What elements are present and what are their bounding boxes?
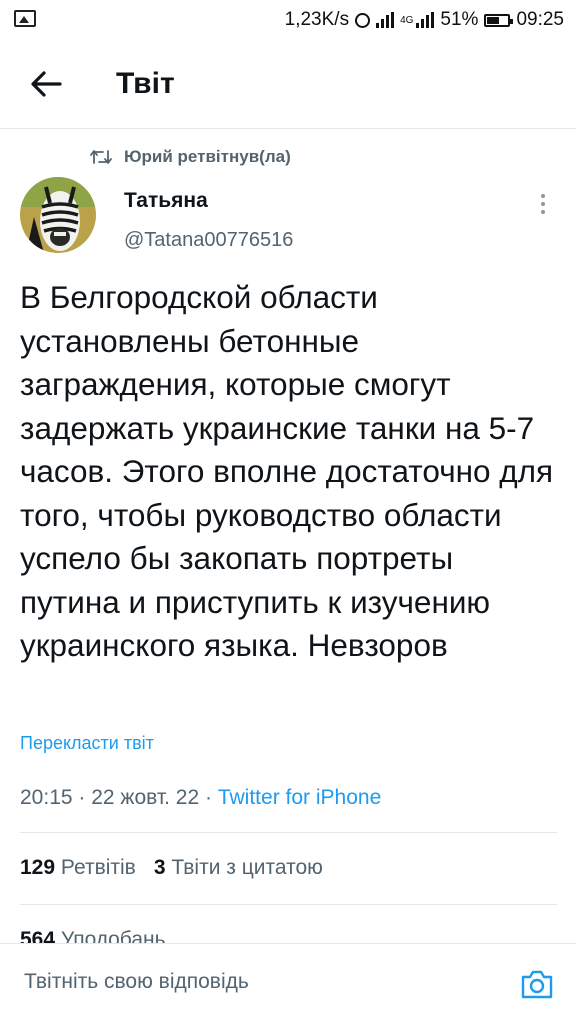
divider (20, 832, 557, 833)
clock: 09:25 (516, 9, 564, 30)
likes-count: 564 (20, 928, 56, 944)
status-bar-right: 1,23K/s 4G 51% 09:25 (285, 6, 564, 34)
page-title: Твіт (116, 67, 175, 100)
likes-stat[interactable]: 564 Уподобань (20, 928, 166, 944)
alarm-icon (355, 12, 371, 28)
tweet-date: 22 жовт. 22 (91, 786, 200, 809)
retweeted-by[interactable]: Юрий ретвітнув(ла) (90, 146, 291, 168)
signal-icon-2 (416, 12, 435, 28)
quotes-label: Твіти з цитатою (171, 856, 323, 879)
quotes-count: 3 (153, 856, 166, 879)
likes-label: Уподобань (60, 928, 166, 944)
reply-input[interactable]: Твітніть свою відповідь (24, 970, 249, 994)
retweet-icon (90, 150, 112, 164)
net-speed: 1,23K/s (284, 9, 350, 30)
camera-button[interactable] (520, 968, 554, 1000)
arrow-left-icon (31, 71, 62, 97)
more-vertical-icon (530, 194, 556, 214)
retweets-stat[interactable]: 129 Ретвітів (20, 856, 136, 880)
meta-separator-2: · (199, 786, 218, 809)
avatar[interactable] (20, 177, 96, 253)
author-handle[interactable]: @Tatana00776516 (124, 229, 293, 252)
reply-bar: Твітніть свою відповідь (0, 943, 576, 1025)
camera-icon (521, 970, 553, 999)
tweet-stats: 129 Ретвітів 3 Твіти з цитатою (20, 856, 323, 880)
tweet-text: В Белгородской области установлены бетон… (20, 279, 554, 663)
divider (20, 904, 557, 905)
network-type: 4G (400, 14, 414, 26)
retweets-label: Ретвітів (60, 856, 136, 879)
meta-separator: · (72, 786, 92, 809)
translate-tweet-link[interactable]: Перекласти твіт (20, 733, 154, 754)
author-name[interactable]: Татьяна (124, 189, 208, 213)
battery-icon (484, 13, 514, 27)
back-button[interactable] (26, 66, 66, 102)
retweeted-by-label: Юрий ретвітнув(ла) (124, 147, 291, 166)
tweet-time: 20:15 (20, 786, 73, 809)
quotes-stat[interactable]: 3 Твіти з цитатою (154, 856, 323, 880)
zebra-avatar-image (20, 177, 96, 253)
signal-icon (376, 12, 395, 28)
status-bar: 1,23K/s 4G 51% 09:25 (0, 0, 576, 40)
app-header: Твіт (0, 40, 576, 129)
tweet-meta: 20:15 · 22 жовт. 22 · Twitter for iPhone (20, 786, 381, 810)
retweets-count: 129 (20, 856, 56, 879)
tweet-source-link[interactable]: Twitter for iPhone (218, 786, 381, 809)
image-notification-icon (14, 10, 36, 27)
more-options-button[interactable] (530, 190, 556, 220)
battery-percent: 51% (440, 9, 479, 30)
